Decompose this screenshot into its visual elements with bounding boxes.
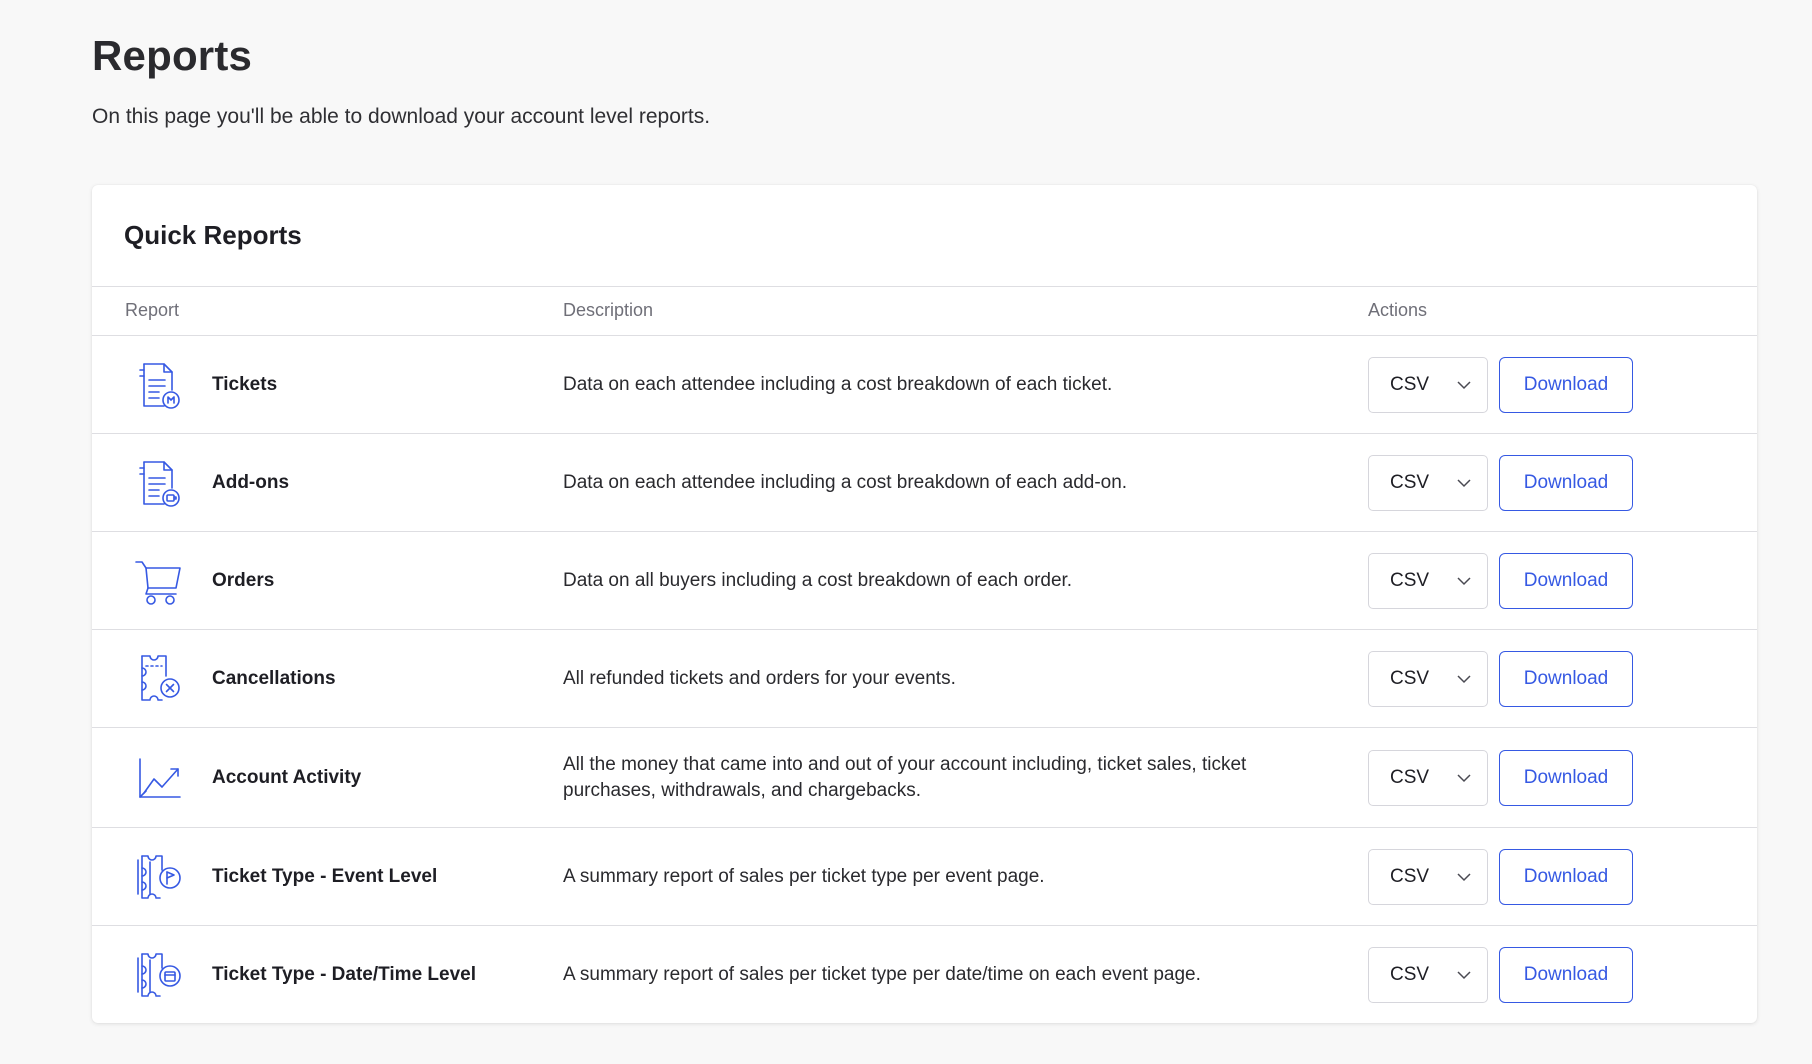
format-select-value: CSV bbox=[1390, 865, 1430, 887]
format-select-value: CSV bbox=[1390, 667, 1430, 689]
ticket-calendar-icon bbox=[132, 948, 186, 1002]
chevron-down-icon bbox=[1457, 380, 1471, 389]
format-select[interactable]: CSV bbox=[1368, 454, 1488, 511]
download-button[interactable]: Download bbox=[1499, 356, 1633, 413]
reports-page: Reports On this page you'll be able to d… bbox=[0, 0, 1812, 1064]
report-description: All refunded tickets and orders for your… bbox=[563, 667, 956, 689]
report-description: A summary report of sales per ticket typ… bbox=[563, 865, 1045, 887]
chevron-down-icon bbox=[1457, 674, 1471, 683]
ticket-flag-icon bbox=[132, 850, 186, 904]
report-name: Ticket Type - Event Level bbox=[212, 865, 438, 887]
format-select[interactable]: CSV bbox=[1368, 552, 1488, 609]
format-select-value: CSV bbox=[1390, 964, 1430, 985]
cancelled-ticket-icon bbox=[132, 652, 186, 706]
format-select-value: CSV bbox=[1390, 569, 1430, 591]
format-select-value: CSV bbox=[1390, 766, 1430, 788]
report-name: Orders bbox=[212, 569, 275, 591]
format-select-value: CSV bbox=[1390, 373, 1430, 395]
table-row-ticket-type-date-time-level: Ticket Type - Date/Time Level A summary … bbox=[92, 926, 1757, 1023]
table-header: Report Description Actions bbox=[92, 287, 1757, 336]
download-button[interactable]: Download bbox=[1499, 947, 1633, 1003]
download-button[interactable]: Download bbox=[1499, 552, 1633, 609]
table-row-ticket-type-event-level: Ticket Type - Event Level A summary repo… bbox=[92, 828, 1757, 926]
chevron-down-icon bbox=[1457, 872, 1471, 881]
format-select[interactable]: CSV bbox=[1368, 947, 1488, 1003]
shopping-cart-icon bbox=[132, 554, 186, 608]
download-button[interactable]: Download bbox=[1499, 749, 1633, 806]
report-name: Account Activity bbox=[212, 766, 362, 788]
chevron-down-icon bbox=[1457, 478, 1471, 487]
report-name: Cancellations bbox=[212, 667, 336, 689]
report-description: Data on each attendee including a cost b… bbox=[563, 471, 1128, 493]
download-button[interactable]: Download bbox=[1499, 848, 1633, 905]
format-select-value: CSV bbox=[1390, 471, 1430, 493]
addon-document-icon bbox=[132, 456, 186, 510]
chevron-down-icon bbox=[1457, 576, 1471, 585]
column-header-actions: Actions bbox=[1368, 300, 1428, 320]
page-title: Reports bbox=[92, 32, 253, 79]
chevron-down-icon bbox=[1457, 773, 1471, 782]
trend-chart-icon bbox=[132, 751, 186, 805]
page-subtitle: On this page you'll be able to download … bbox=[92, 105, 711, 128]
report-description: Data on each attendee including a cost b… bbox=[563, 373, 1113, 395]
format-select[interactable]: CSV bbox=[1368, 356, 1488, 413]
card-header: Quick Reports bbox=[92, 185, 1757, 287]
chevron-down-icon bbox=[1457, 971, 1471, 980]
download-button[interactable]: Download bbox=[1499, 650, 1633, 707]
table-row-cancellations: Cancellations All refunded tickets and o… bbox=[92, 630, 1757, 728]
report-description: A summary report of sales per ticket typ… bbox=[563, 964, 1201, 985]
format-select[interactable]: CSV bbox=[1368, 650, 1488, 707]
report-name: Tickets bbox=[212, 373, 278, 395]
quick-reports-card: Quick Reports Report Description Actions bbox=[92, 185, 1757, 1023]
table-row-tickets: Tickets Data on each attendee including … bbox=[92, 336, 1757, 434]
table-row-account-activity: Account Activity All the money that came… bbox=[92, 728, 1757, 828]
column-header-description: Description bbox=[563, 300, 654, 320]
ticket-document-icon bbox=[132, 358, 186, 412]
format-select[interactable]: CSV bbox=[1368, 749, 1488, 806]
report-description: Data on all buyers including a cost brea… bbox=[563, 569, 1073, 591]
format-select[interactable]: CSV bbox=[1368, 848, 1488, 905]
card-title: Quick Reports bbox=[124, 220, 302, 250]
table-row-orders: Orders Data on all buyers including a co… bbox=[92, 532, 1757, 630]
table-row-add-ons: Add-ons Data on each attendee including … bbox=[92, 434, 1757, 532]
column-header-report: Report bbox=[125, 300, 180, 320]
report-description: All the money that came into and out of … bbox=[563, 753, 1247, 801]
download-button[interactable]: Download bbox=[1499, 454, 1633, 511]
report-name: Add-ons bbox=[212, 471, 290, 493]
report-name: Ticket Type - Date/Time Level bbox=[212, 964, 476, 985]
